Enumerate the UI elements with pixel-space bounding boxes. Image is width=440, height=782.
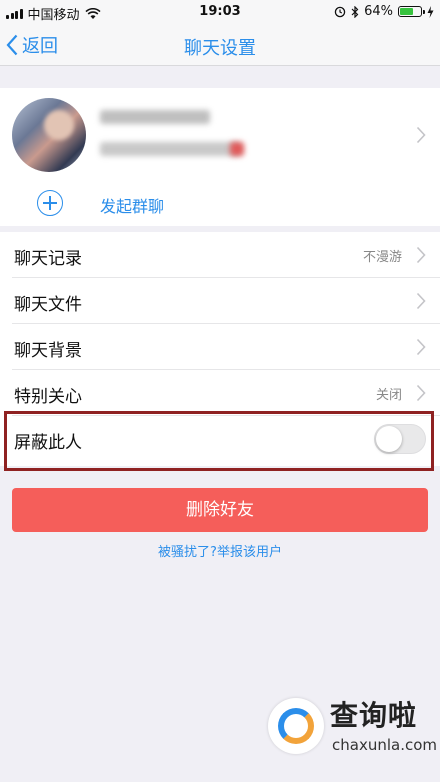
battery-icon: [398, 6, 425, 17]
chevron-right-icon: [416, 126, 426, 144]
blurred-badge: [230, 142, 244, 156]
settings-row-label: 特别关心: [14, 387, 82, 407]
settings-row-chat-files[interactable]: 聊天文件: [0, 278, 440, 324]
add-circle-icon: [37, 190, 63, 216]
bluetooth-icon: [351, 5, 359, 18]
chevron-right-icon: [416, 338, 426, 356]
start-group-chat-button[interactable]: 发起群聊: [0, 180, 440, 226]
report-user-link[interactable]: 被骚扰了?举报该用户: [0, 541, 440, 560]
watermark: 查询啦 chaxunla.com: [268, 692, 437, 762]
settings-row-label: 聊天记录: [14, 249, 82, 269]
settings-row-value: 关闭: [375, 388, 402, 403]
delete-friend-button[interactable]: 删除好友: [12, 488, 428, 532]
watermark-title: 查询啦: [330, 699, 418, 732]
navigation-bar: 返回 聊天设置: [0, 24, 440, 66]
settings-row-chat-background[interactable]: 聊天背景: [0, 324, 440, 370]
status-bar: 中国移动 19:03 64%: [0, 0, 440, 24]
settings-row-value: 不漫游: [362, 250, 402, 265]
charging-icon: [427, 5, 434, 18]
blurred-nickname: [100, 110, 210, 124]
chevron-right-icon: [416, 292, 426, 310]
start-group-chat-label: 发起群聊: [100, 197, 165, 216]
settings-row-chat-history[interactable]: 聊天记录 不漫游: [0, 232, 440, 278]
watermark-url: chaxunla.com: [332, 736, 437, 754]
watermark-logo-icon: [268, 698, 324, 754]
settings-row-label: 聊天背景: [14, 341, 82, 361]
highlight-box: [4, 411, 434, 471]
page-title: 聊天设置: [184, 38, 256, 59]
avatar: [12, 98, 86, 172]
battery-percent: 64%: [364, 4, 393, 19]
settings-row-label: 聊天文件: [14, 295, 82, 315]
alarm-icon: [334, 6, 346, 17]
settings-row-special-care[interactable]: 特别关心 关闭: [0, 370, 440, 416]
chevron-right-icon: [416, 246, 426, 264]
chevron-right-icon: [416, 384, 426, 402]
blurred-signature: [100, 142, 240, 156]
